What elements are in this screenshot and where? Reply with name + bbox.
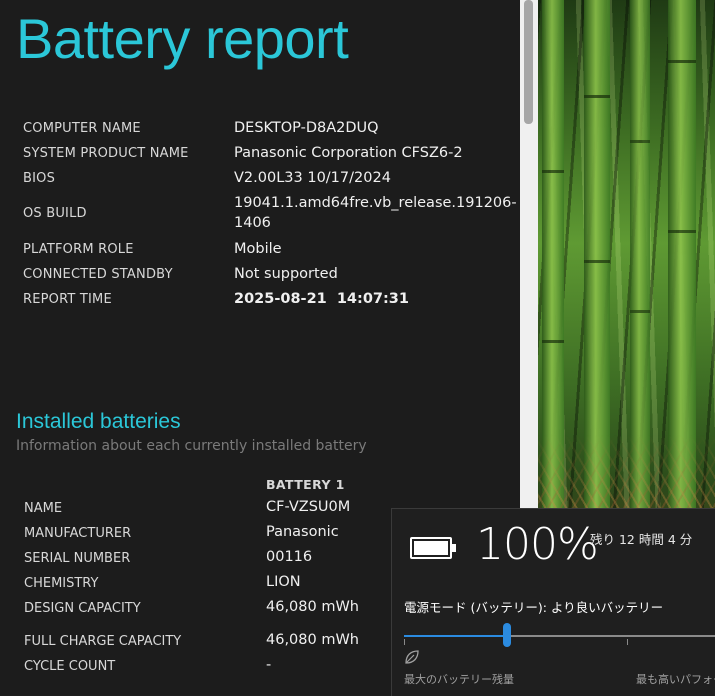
system-product-name-label: SYSTEM PRODUCT NAME — [23, 146, 189, 161]
bios-value: V2.00L33 10/17/2024 — [234, 170, 391, 186]
manufacturer-label: MANUFACTURER — [24, 526, 132, 541]
bios-label: BIOS — [23, 171, 56, 186]
battery-level-fill — [414, 541, 448, 555]
slider-thumb[interactable] — [502, 623, 511, 647]
connected-standby-label: CONNECTED STANDBY — [23, 267, 173, 282]
chemistry-label: CHEMISTRY — [24, 576, 99, 591]
computer-name-value: DESKTOP-D8A2DUQ — [234, 120, 379, 136]
cycle-count-value: - — [266, 657, 272, 673]
battery-name-value: CF-VZSU0M — [266, 499, 351, 515]
report-time-label: REPORT TIME — [23, 292, 112, 307]
slider-left-label: 最大のバッテリー残量 — [404, 673, 514, 686]
slider-right-label: 最も高いパフォー — [636, 673, 715, 686]
system-product-name-value: Panasonic Corporation CFSZ6-2 — [234, 145, 463, 161]
platform-role-label: PLATFORM ROLE — [23, 242, 134, 257]
report-time-value: 2025-08-21 14:07:31 — [234, 291, 409, 307]
chemistry-value: LION — [266, 574, 301, 590]
design-capacity-value: 46,080 mWh — [266, 599, 359, 615]
battery-tip — [452, 544, 456, 552]
battery-percent: 100% — [476, 519, 599, 570]
connected-standby-value: Not supported — [234, 266, 338, 282]
power-mode-slider[interactable] — [404, 635, 715, 637]
installed-batteries-heading: Installed batteries — [16, 410, 181, 433]
full-charge-capacity-value: 46,080 mWh — [266, 632, 359, 648]
time-remaining: 残り 12 時間 4 分 — [590, 532, 693, 547]
battery-flyout: 100% 残り 12 時間 4 分 電源モード (バッテリー): より良いバッテ… — [391, 508, 715, 696]
os-build-value: 19041.1.amd64fre.vb_release.191206-1406 — [234, 195, 517, 231]
battery-icon — [410, 537, 456, 559]
page-title: Battery report — [16, 7, 349, 70]
power-mode-label: 電源モード (バッテリー): より良いバッテリー — [404, 600, 664, 615]
full-charge-capacity-label: FULL CHARGE CAPACITY — [24, 634, 182, 649]
manufacturer-value: Panasonic — [266, 524, 339, 540]
platform-role-value: Mobile — [234, 241, 282, 257]
battery-column-header: BATTERY 1 — [266, 477, 345, 492]
design-capacity-label: DESIGN CAPACITY — [24, 601, 141, 616]
battery-saver-leaf-icon — [405, 650, 419, 664]
os-build-label: OS BUILD — [23, 206, 87, 221]
serial-number-value: 00116 — [266, 549, 313, 565]
cycle-count-label: CYCLE COUNT — [24, 659, 116, 674]
slider-tick — [627, 639, 628, 645]
serial-number-label: SERIAL NUMBER — [24, 551, 131, 566]
installed-batteries-subtitle: Information about each currently install… — [16, 438, 367, 454]
scrollbar-thumb[interactable] — [524, 0, 533, 124]
battery-name-label: NAME — [24, 501, 63, 516]
computer-name-label: COMPUTER NAME — [23, 121, 141, 136]
slider-fill — [404, 635, 507, 637]
slider-tick — [404, 639, 405, 645]
